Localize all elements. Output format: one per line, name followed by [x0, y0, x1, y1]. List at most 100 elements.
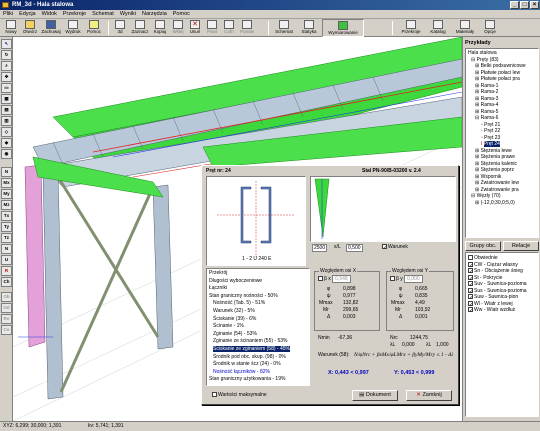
check-item[interactable]: Zginanie ze ścinaniem (55) - 53% [209, 338, 290, 346]
status-kv: kv: 5,741; 1,391 [88, 423, 124, 429]
menu-edycja[interactable]: Edycja [16, 10, 39, 19]
menu-schemat[interactable]: Schemat [89, 10, 117, 19]
new-file-icon [6, 20, 16, 29]
close-button[interactable]: × [530, 1, 539, 9]
tool-u[interactable]: U [1, 255, 12, 265]
tool-my[interactable]: My [1, 189, 12, 199]
tool-front[interactable]: ▦ [1, 94, 12, 104]
options-button[interactable]: Opcje [480, 19, 500, 37]
menu-widok[interactable]: Widok [39, 10, 60, 19]
tool-iso[interactable]: ◇ [1, 127, 12, 137]
help-button[interactable]: Pomoc [84, 19, 104, 37]
scheme-button[interactable]: Schemat [272, 19, 296, 37]
check-item-selected[interactable]: Ściskanie ze zginaniem (58) - 45% [213, 345, 290, 352]
object-tree[interactable]: Hala stalowa ⊟ Pręty (83) ⊞ Belki podsuw… [465, 48, 539, 238]
tool-camera[interactable]: ◉ [1, 149, 12, 159]
check-item[interactable]: Nośność łączników - 82% [209, 369, 290, 377]
checks-list[interactable]: Przekrój Długości wyboczeniowe Łączniki … [206, 268, 310, 386]
menu-narzedzia[interactable]: Narzędzia [139, 10, 170, 19]
select-button[interactable]: Zaznacz [130, 19, 150, 37]
tool-rotate[interactable]: ↻ [1, 50, 12, 60]
design-button[interactable]: Wymiarowanie [322, 19, 364, 37]
window-title: RM_3d - Hala stalowa [12, 2, 74, 8]
check-item[interactable]: Zginanie (54) - 53% [209, 331, 290, 339]
mmax-x: Mmax 132,82 [319, 300, 359, 306]
tool-render[interactable]: ◆ [1, 138, 12, 148]
menu-wyniki[interactable]: Wyniki [117, 10, 139, 19]
tab-relations[interactable]: Relacje [503, 241, 539, 251]
tool-ob[interactable]: Ob [1, 292, 12, 302]
tool-top[interactable]: ▥ [1, 116, 12, 126]
view-3d-button[interactable]: 3d [112, 19, 128, 37]
options-icon [485, 20, 495, 29]
tool-ro[interactable]: Ro [1, 314, 12, 324]
check-item[interactable]: Stan graniczny nośności - 50% [209, 293, 290, 301]
position-input[interactable]: 0,500 [346, 244, 363, 252]
minimize-button[interactable]: _ [510, 1, 519, 9]
copy-button[interactable]: Kopiuj [151, 19, 169, 37]
check-item[interactable]: Długości wyboczeniowe [209, 278, 290, 286]
scale-unit: x/L [334, 244, 341, 250]
tab-load-groups[interactable]: Grupy obc. [465, 241, 501, 251]
check-item[interactable]: Środnik pod obc. skup. (98) - 0% [209, 354, 290, 362]
axis-x-title: Względem osi X [319, 268, 358, 274]
beta-y[interactable]: β y 0,000 [390, 275, 423, 283]
close-dialog-button[interactable]: ✕ Zamknij [406, 390, 452, 401]
check-item[interactable]: Przekrój [209, 270, 290, 278]
repeat-icon [207, 20, 217, 29]
maximize-button[interactable]: □ [520, 1, 529, 9]
menu-pomoc[interactable]: Pomoc [170, 10, 193, 19]
load-item[interactable]: ✓Ww - Wiatr wzdłuż [468, 307, 527, 314]
scale-input[interactable]: 2500 [312, 244, 328, 252]
bracing-diagonal [59, 186, 155, 393]
condition-label: Warunek (58): [318, 352, 350, 358]
warunek-checkbox[interactable]: ✓Warunek [382, 244, 408, 251]
print-button[interactable]: Wydruk [63, 19, 83, 37]
new-button[interactable]: Nowy [2, 19, 20, 37]
check-item[interactable]: Środnik w stanie ścz (24) - 0% [209, 361, 290, 369]
max-values-checkbox[interactable]: Wartości maksymalne [212, 392, 267, 398]
tool-r[interactable]: R [1, 266, 12, 276]
beta-x[interactable]: β x 0,548 [318, 275, 351, 283]
materials-button[interactable]: Materiały [452, 19, 478, 37]
undo-button[interactable]: Cofn [221, 19, 237, 37]
tool-ty[interactable]: Ty [1, 222, 12, 232]
tool-n2[interactable]: N [1, 244, 12, 254]
tool-mx[interactable]: Mx [1, 178, 12, 188]
status-bar: XYZ: 6,299; 30,000; 1,391 kv: 5,741; 1,3… [0, 421, 540, 431]
repeat-button[interactable]: Powt [204, 19, 220, 37]
tree-item[interactable]: ⊞ (-12,0;30,0;5,0) [468, 200, 526, 207]
tool-tx[interactable]: Tx [1, 211, 12, 221]
sections-button[interactable]: Przekroje [398, 19, 424, 37]
tool-co[interactable]: Co [1, 325, 12, 335]
save-button[interactable]: Zachowaj [40, 19, 62, 37]
tool-pan[interactable]: ✥ [1, 72, 12, 82]
title-bar: RM_3d - Hala stalowa _ □ × [0, 0, 540, 10]
tool-mz[interactable]: Mz [1, 200, 12, 210]
check-item[interactable]: Stan graniczny użytkowania - 19% [209, 376, 290, 384]
tool-zoom[interactable]: ⌕ [1, 61, 12, 71]
column-left [42, 169, 64, 400]
check-item[interactable]: Nośność (Tab. 5) - 51% [209, 300, 290, 308]
check-item[interactable]: Łączniki [209, 285, 290, 293]
delete-button[interactable]: ✕ Usuń [187, 19, 203, 37]
paste-button[interactable]: Wklej [170, 19, 186, 37]
check-item[interactable]: Ścinanie - 1% [209, 323, 290, 331]
check-item[interactable]: Warunek (32) - 5% [209, 308, 290, 316]
tool-side[interactable]: ▤ [1, 105, 12, 115]
catalog-button[interactable]: Katalog [426, 19, 450, 37]
right-panel: Przykłady Hala stalowa ⊟ Pręty (83) ⊞ Be… [462, 37, 540, 421]
redo-button[interactable]: Ponów [238, 19, 256, 37]
statics-button[interactable]: Statyka [298, 19, 320, 37]
tool-ch[interactable]: Ch [1, 277, 12, 287]
menu-przekroje[interactable]: Przekroje [60, 10, 89, 19]
menu-pliki[interactable]: Pliki [0, 10, 16, 19]
document-button[interactable]: ▤ Dokument [352, 390, 398, 401]
tool-pointer[interactable]: ↖ [1, 39, 12, 49]
tool-tz[interactable]: Tz [1, 233, 12, 243]
tool-fit[interactable]: ▭ [1, 83, 12, 93]
open-button[interactable]: Otwórz [21, 19, 39, 37]
tool-od[interactable]: Od [1, 303, 12, 313]
axis-y-title: Względem osi Y [391, 268, 430, 274]
tool-n[interactable]: N [1, 167, 12, 177]
